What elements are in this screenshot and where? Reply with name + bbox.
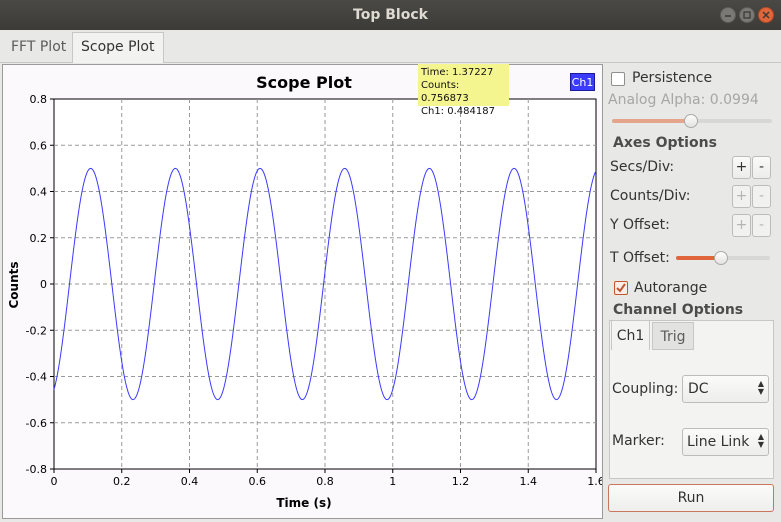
tooltip-ch1: Ch1: 0.484187 (421, 106, 495, 117)
y-tick-label: 0.4 (30, 186, 48, 199)
persistence-checkbox[interactable] (611, 72, 625, 86)
window-title: Top Block (353, 7, 428, 23)
marker-select[interactable]: Line Link ▲ ▼ (682, 428, 769, 456)
y-tick-label: 0.8 (30, 93, 48, 106)
spin-arrows-icon: ▲ ▼ (757, 432, 764, 449)
coupling-select[interactable]: DC ▲ ▼ (682, 375, 769, 403)
x-tick-label: 0.4 (181, 475, 199, 488)
legend-ch1[interactable]: Ch1 (570, 73, 595, 91)
chart-title: Scope Plot (256, 73, 352, 92)
scope-plot-canvas[interactable]: Scope Plot 0 0.2 0.4 0.6 0.8 1 1.2 1.4 1.6 0.8 0.6… (3, 65, 602, 518)
alpha-slider-handle[interactable] (684, 114, 698, 128)
y-tick-label: 0.6 (30, 139, 48, 152)
maximize-icon (743, 11, 751, 19)
close-icon (762, 11, 770, 19)
y-tick-label: -0.2 (26, 324, 47, 337)
y-offset-label: Y Offset: (610, 217, 670, 233)
x-tick-label: 0.8 (316, 475, 334, 488)
secs-div-plus-button[interactable]: + (732, 156, 751, 179)
chart-grid (53, 98, 597, 470)
autorange-checkbox[interactable] (614, 281, 628, 295)
counts-div-label: Counts/Div: (610, 188, 691, 204)
x-tick-label: 1.4 (520, 475, 538, 488)
persistence-label: Persistence (632, 70, 713, 86)
x-tick-label: 0.6 (249, 475, 267, 488)
minimize-icon (725, 15, 731, 17)
y-offset-plus-button[interactable]: + (732, 214, 751, 237)
window-titlebar: Top Block (0, 0, 781, 30)
y-offset-minus-button[interactable]: - (752, 214, 771, 237)
maximize-button[interactable] (739, 7, 755, 23)
secs-div-minus-button[interactable]: - (752, 156, 771, 179)
coupling-label: Coupling: (612, 381, 679, 397)
run-button[interactable]: Run (608, 484, 774, 512)
scope-plot-frame: Scope Plot 0 0.2 0.4 0.6 0.8 1 1.2 1.4 1.6 0.8 0.6… (2, 64, 603, 519)
t-offset-slider-handle[interactable] (714, 251, 728, 265)
y-tick-label: -0.6 (26, 417, 47, 430)
tab-scope-plot[interactable]: Scope Plot (72, 32, 164, 63)
secs-div-label: Secs/Div: (610, 159, 675, 175)
spin-arrows-icon: ▲ ▼ (757, 379, 764, 396)
marker-label: Marker: (612, 433, 665, 449)
x-tick-label: 0.2 (113, 475, 131, 488)
y-tick-label: -0.8 (26, 463, 47, 476)
plot-tooltip: Time: 1.37227 Counts: 0.756873 Ch1: 0.48… (418, 64, 509, 117)
x-tick-label: 0 (51, 475, 58, 488)
tooltip-counts: Counts: 0.756873 (421, 80, 469, 104)
marker-value: Line Link (687, 434, 750, 450)
y-tick-label: 0.2 (30, 232, 48, 245)
coupling-value: DC (688, 381, 709, 397)
tab-trig[interactable]: Trig (652, 322, 694, 350)
alpha-slider-fill (612, 119, 690, 123)
minimize-button[interactable] (720, 7, 736, 23)
x-tick-label: 1 (389, 475, 396, 488)
autorange-label: Autorange (634, 280, 708, 296)
x-tick-label: 1.2 (452, 475, 470, 488)
close-button[interactable] (758, 7, 774, 23)
axes-options-heading: Axes Options (613, 135, 717, 151)
x-axis-label: Time (s) (276, 496, 331, 510)
y-tick-label: -0.4 (26, 371, 47, 384)
tab-bar: FFT Plot Scope Plot (0, 30, 781, 63)
y-axis-label: Counts (7, 261, 21, 308)
checkmark-icon (616, 283, 626, 293)
tooltip-time: Time: 1.37227 (421, 67, 494, 78)
x-tick-label: 1.6 (587, 475, 602, 488)
y-tick-label: 0 (40, 278, 47, 291)
tab-fft-plot[interactable]: FFT Plot (2, 32, 75, 61)
channel-options-heading: Channel Options (613, 302, 744, 318)
counts-div-minus-button[interactable]: - (752, 185, 771, 208)
counts-div-plus-button[interactable]: + (732, 185, 751, 208)
tab-ch1[interactable]: Ch1 (611, 320, 650, 350)
analog-alpha-label: Analog Alpha: 0.0994 (608, 92, 759, 108)
t-offset-label: T Offset: (610, 250, 670, 266)
